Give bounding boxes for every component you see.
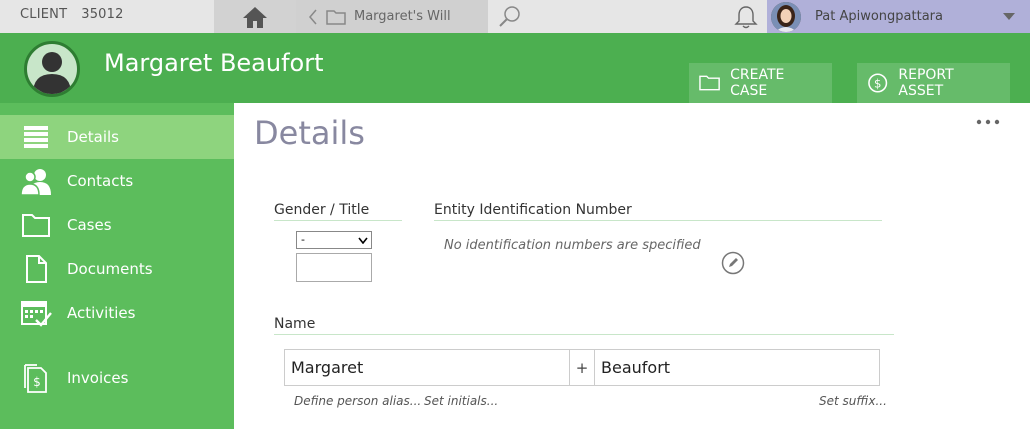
folder-icon: [699, 75, 720, 91]
entity-id-label: Entity Identification Number: [434, 202, 882, 221]
title-input[interactable]: [296, 253, 372, 282]
sidebar-item-activities[interactable]: Activities: [0, 291, 234, 335]
person-avatar: [24, 41, 80, 97]
sidebar-item-cases[interactable]: Cases: [0, 203, 234, 247]
edit-pencil-icon[interactable]: [721, 251, 745, 275]
sidebar-item-invoices[interactable]: $ Invoices: [0, 356, 234, 400]
client-number: 35012: [81, 7, 124, 22]
sidebar-item-documents[interactable]: Documents: [0, 247, 234, 291]
sidebar-item-details[interactable]: Details: [0, 115, 234, 159]
calendar-check-icon: [20, 297, 52, 329]
svg-text:$: $: [33, 375, 41, 389]
first-name-input[interactable]: Margaret: [284, 349, 570, 386]
sidebar-item-label: Cases: [67, 216, 112, 234]
set-initials-link[interactable]: Set initials...: [424, 394, 498, 408]
client-label: CLIENT: [20, 7, 68, 22]
folder-icon: [326, 9, 346, 25]
bell-icon[interactable]: [733, 4, 759, 30]
tab-label: Margaret's Will: [354, 9, 451, 24]
sidebar-item-label: Invoices: [67, 369, 129, 387]
top-bar: CLIENT 35012 Margaret's Will Pat Apiwongp…: [0, 0, 1030, 33]
folder-icon: [20, 209, 52, 241]
chevron-down-icon[interactable]: [1002, 12, 1016, 21]
more-options-icon[interactable]: [976, 118, 1000, 126]
home-icon: [243, 6, 267, 28]
gender-select[interactable]: -: [296, 231, 372, 249]
create-case-button[interactable]: CREATE CASE: [689, 63, 832, 103]
set-suffix-link[interactable]: Set suffix...: [819, 394, 887, 408]
page-title: Details: [254, 114, 365, 152]
create-case-label: CREATE CASE: [730, 67, 785, 99]
gender-title-label: Gender / Title: [274, 202, 402, 221]
dollar-circle-icon: $: [868, 73, 888, 93]
last-name-input[interactable]: Beaufort: [594, 349, 880, 386]
define-alias-link[interactable]: Define person alias...: [294, 394, 421, 408]
sidebar-item-label: Documents: [67, 260, 153, 278]
entity-header: Margaret Beaufort CREATE CASE $ REPORT A…: [0, 33, 1030, 103]
add-middle-name-button[interactable]: +: [570, 349, 594, 386]
sidebar: Details Contacts Cases Documents Activit…: [0, 103, 234, 429]
sidebar-item-label: Details: [67, 128, 120, 146]
sidebar-item-contacts[interactable]: Contacts: [0, 159, 234, 203]
gender-select-value: -: [301, 233, 305, 246]
report-asset-label: REPORT ASSET: [898, 67, 954, 99]
home-button[interactable]: [214, 0, 296, 33]
tab-margarets-will[interactable]: Margaret's Will: [296, 0, 488, 33]
list-icon: [20, 121, 52, 153]
report-asset-button[interactable]: $ REPORT ASSET: [857, 63, 1010, 103]
person-name: Margaret Beaufort: [104, 49, 324, 77]
contacts-icon: [20, 165, 52, 197]
name-label: Name: [274, 316, 894, 335]
user-name: Pat Apiwongpattara: [815, 9, 943, 24]
user-menu[interactable]: Pat Apiwongpattara: [767, 0, 1030, 33]
client-indicator: CLIENT 35012: [20, 7, 124, 22]
sidebar-item-label: Contacts: [67, 172, 134, 190]
invoice-icon: $: [20, 362, 52, 394]
chevron-left-icon[interactable]: [308, 8, 318, 26]
no-id-text: No identification numbers are specified: [444, 238, 701, 253]
chevron-down-icon: [358, 237, 368, 244]
svg-text:$: $: [874, 76, 881, 90]
sidebar-item-label: Activities: [67, 304, 136, 322]
avatar: [771, 1, 801, 32]
document-icon: [20, 253, 52, 285]
search-icon[interactable]: [498, 5, 522, 29]
